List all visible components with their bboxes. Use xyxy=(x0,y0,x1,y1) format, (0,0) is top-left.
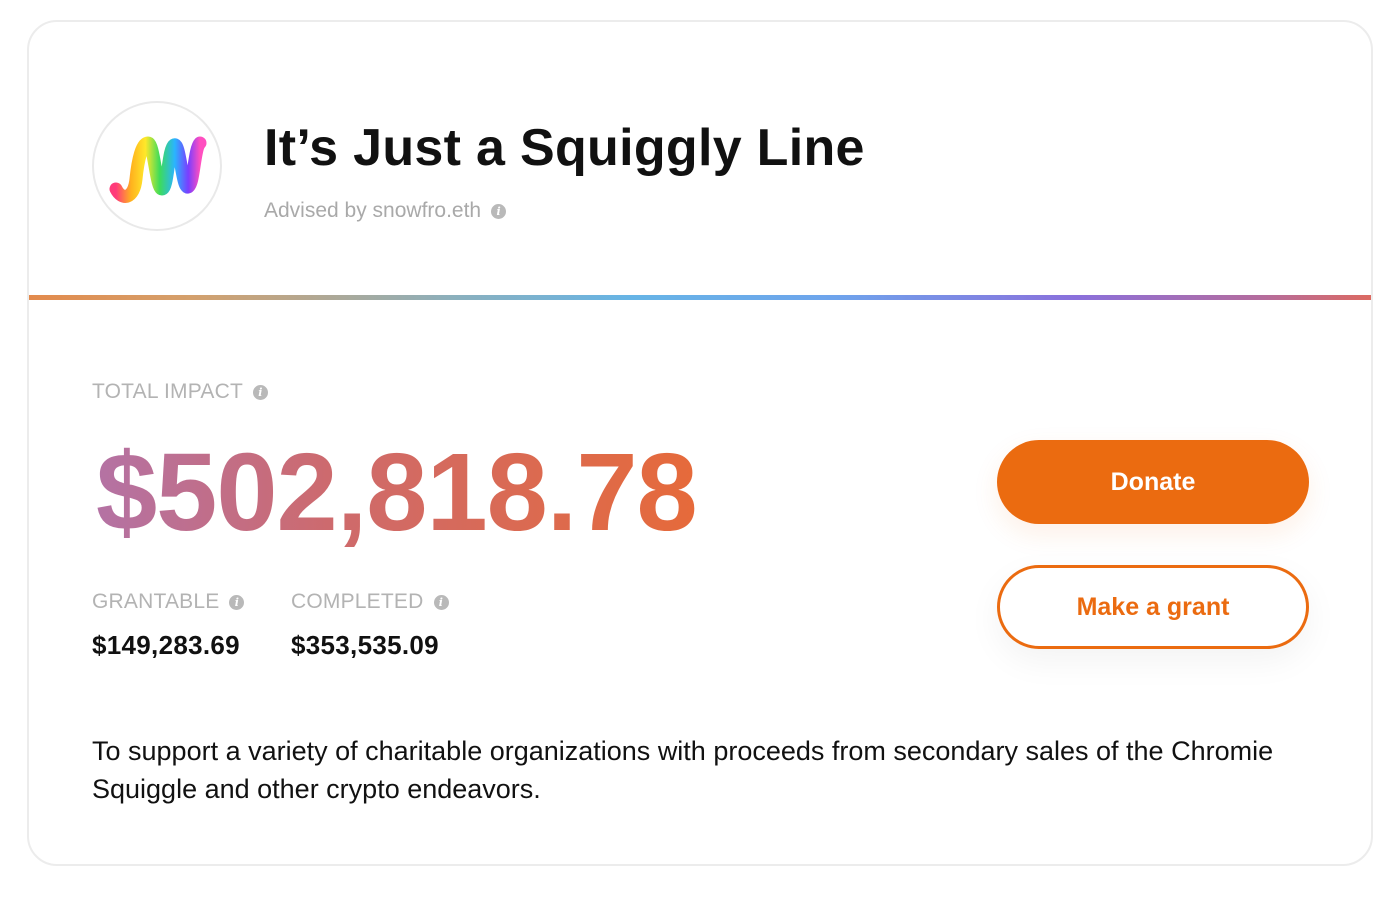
fund-avatar xyxy=(92,101,222,231)
completed-label: COMPLETED i xyxy=(291,590,449,614)
info-icon[interactable]: i xyxy=(229,594,245,610)
completed-stat: COMPLETED i $353,535.09 xyxy=(291,590,449,661)
advisor-line: Advised by snowfro.eth i xyxy=(264,199,507,223)
grantable-label: GRANTABLE i xyxy=(92,590,245,614)
gradient-divider xyxy=(29,295,1371,300)
completed-value: $353,535.09 xyxy=(291,630,439,660)
total-impact-label: TOTAL IMPACT i xyxy=(92,380,268,404)
advisor-text: Advised by snowfro.eth xyxy=(264,199,482,222)
squiggle-logo-icon xyxy=(109,136,207,203)
grantable-value: $149,283.69 xyxy=(92,630,240,660)
total-impact-label-text: TOTAL IMPACT xyxy=(92,380,243,403)
info-icon[interactable]: i xyxy=(491,203,507,219)
make-grant-button[interactable]: Make a grant xyxy=(997,565,1309,649)
total-impact-amount: $502,818.78 xyxy=(96,431,698,554)
donate-button[interactable]: Donate xyxy=(997,440,1309,524)
info-icon[interactable]: i xyxy=(433,594,449,610)
fund-title: It’s Just a Squiggly Line xyxy=(264,119,865,177)
completed-label-text: COMPLETED xyxy=(291,590,424,613)
grantable-stat: GRANTABLE i $149,283.69 xyxy=(92,590,245,661)
fund-description: To support a variety of charitable organ… xyxy=(92,736,1274,804)
info-icon[interactable]: i xyxy=(252,384,268,400)
fund-card: It’s Just a Squiggly Line Advised by sno… xyxy=(27,20,1373,866)
grantable-label-text: GRANTABLE xyxy=(92,590,220,613)
